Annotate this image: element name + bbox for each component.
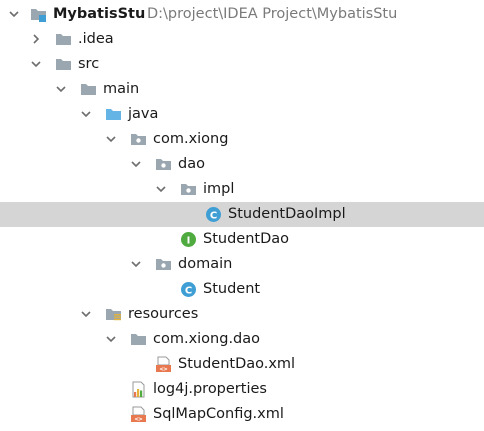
chevron-down-icon[interactable] <box>130 258 142 270</box>
folder-icon <box>55 31 72 48</box>
tree-row-main[interactable]: main <box>0 77 484 102</box>
tree-row-java[interactable]: java <box>0 102 484 127</box>
module-folder-icon <box>30 6 47 23</box>
project-tree: MybatisStu D:\project\IDEA Project\Mybat… <box>0 0 484 431</box>
tree-item-label: StudentDaoImpl <box>228 206 346 222</box>
package-icon <box>130 131 147 148</box>
svg-text:C: C <box>210 210 217 221</box>
tree-item-label: resources <box>128 306 199 322</box>
tree-item-label: com.xiong <box>153 131 229 147</box>
tree-row-project[interactable]: MybatisStu D:\project\IDEA Project\Mybat… <box>0 2 484 27</box>
chevron-down-icon[interactable] <box>105 133 117 145</box>
class-icon: C <box>180 281 197 298</box>
xml-file-icon: <> <box>130 406 147 423</box>
tree-row-impl[interactable]: impl <box>0 177 484 202</box>
tree-item-label: impl <box>203 181 235 197</box>
chevron-right-icon[interactable] <box>30 33 42 45</box>
class-icon: C <box>205 206 222 223</box>
svg-text:<>: <> <box>160 365 168 373</box>
interface-icon: I <box>180 231 197 248</box>
tree-row-student[interactable]: C Student <box>0 277 484 302</box>
folder-icon <box>55 56 72 73</box>
project-path: D:\project\IDEA Project\MybatisStu <box>147 6 398 22</box>
chevron-down-icon[interactable] <box>155 183 167 195</box>
tree-item-label: main <box>103 81 140 97</box>
tree-row-log4j-properties[interactable]: log4j.properties <box>0 377 484 402</box>
chevron-down-icon[interactable] <box>55 83 67 95</box>
tree-item-label: MybatisStu <box>53 6 146 22</box>
properties-file-icon <box>130 381 147 398</box>
tree-item-label: java <box>128 106 159 122</box>
tree-row-student-dao[interactable]: I StudentDao <box>0 227 484 252</box>
tree-item-label: com.xiong.dao <box>153 331 261 347</box>
tree-row-com-xiong[interactable]: com.xiong <box>0 127 484 152</box>
tree-row-dao[interactable]: dao <box>0 152 484 177</box>
tree-row-com-xiong-dao[interactable]: com.xiong.dao <box>0 327 484 352</box>
chevron-down-icon[interactable] <box>8 8 20 20</box>
tree-item-label: StudentDao <box>203 231 290 247</box>
source-root-folder-icon <box>105 106 122 123</box>
tree-row-domain[interactable]: domain <box>0 252 484 277</box>
svg-text:C: C <box>185 285 192 296</box>
chevron-down-icon[interactable] <box>130 158 142 170</box>
tree-item-label: SqlMapConfig.xml <box>153 406 284 422</box>
package-icon <box>155 156 172 173</box>
tree-row-idea[interactable]: .idea <box>0 27 484 52</box>
svg-text:I: I <box>187 235 191 246</box>
package-icon <box>180 181 197 198</box>
chevron-down-icon[interactable] <box>80 108 92 120</box>
package-icon <box>155 256 172 273</box>
tree-item-label: dao <box>178 156 205 172</box>
xml-file-icon: <> <box>155 356 172 373</box>
svg-text:<>: <> <box>135 415 143 423</box>
tree-item-label: domain <box>178 256 233 272</box>
tree-row-student-dao-xml[interactable]: <> StudentDao.xml <box>0 352 484 377</box>
tree-item-label: .idea <box>78 31 114 47</box>
folder-icon <box>80 81 97 98</box>
tree-row-student-dao-impl[interactable]: C StudentDaoImpl <box>0 202 484 227</box>
folder-icon <box>130 331 147 348</box>
chevron-down-icon[interactable] <box>80 308 92 320</box>
chevron-down-icon[interactable] <box>105 333 117 345</box>
tree-row-resources[interactable]: resources <box>0 302 484 327</box>
tree-row-sqlmapconfig-xml[interactable]: <> SqlMapConfig.xml <box>0 402 484 427</box>
tree-item-label: src <box>78 56 100 72</box>
tree-item-label: log4j.properties <box>153 381 267 397</box>
tree-row-src[interactable]: src <box>0 52 484 77</box>
resources-folder-icon <box>105 306 122 323</box>
chevron-down-icon[interactable] <box>30 58 42 70</box>
tree-item-label: StudentDao.xml <box>178 356 296 372</box>
tree-item-label: Student <box>203 281 261 297</box>
